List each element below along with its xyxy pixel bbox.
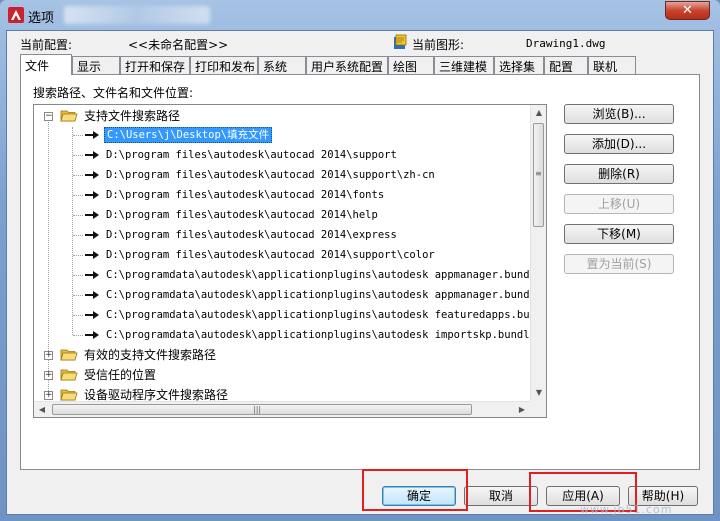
set-current-button[interactable]: 置为当前(S) [564,254,674,274]
delete-button[interactable]: 删除(R) [564,164,674,184]
scroll-left-arrow-icon[interactable]: ◀ [34,402,50,417]
expand-toggle[interactable]: + [44,391,53,400]
path-item: D:\program files\autodesk\autocad 2014\s… [106,169,435,181]
path-item: C:\programdata\autodesk\applicationplugi… [106,269,547,281]
tab-online[interactable]: 联机 [588,56,636,74]
window-title: 选项 [28,11,55,26]
path-row[interactable]: C:\programdata\autodesk\applicationplugi… [34,325,546,345]
vertical-scroll-thumb[interactable]: ≡ [533,123,544,227]
current-profile-label: 当前配置: [20,38,73,52]
expand-toggle[interactable]: + [44,371,53,380]
tab-3d-modeling[interactable]: 三维建模 [434,56,494,74]
current-drawing-value: Drawing1.dwg [526,37,606,50]
path-item: D:\program files\autodesk\autocad 2014\s… [106,149,397,161]
path-row[interactable]: C:\programdata\autodesk\applicationplugi… [34,285,546,305]
tab-display[interactable]: 显示 [72,56,120,74]
tree-node-label: 有效的支持文件搜索路径 [84,348,217,362]
watermark-text: www.jb51.com [580,503,673,516]
folder-icon [60,369,78,381]
tree-node-label: 设备驱动程序文件搜索路径 [84,388,229,402]
path-row[interactable]: D:\program files\autodesk\autocad 2014\s… [34,245,528,265]
blurred-title-region [64,6,210,24]
path-arrow-icon [85,331,99,339]
search-path-tree[interactable]: − 支持文件搜索路径 C:\Users\j\Desktop\填充文件 D:\pr… [33,104,547,418]
scroll-right-arrow-icon[interactable]: ▶ [514,402,530,417]
scroll-down-arrow-icon[interactable]: ▼ [531,385,546,401]
tab-drafting[interactable]: 绘图 [388,56,434,74]
path-item: D:\program files\autodesk\autocad 2014\h… [106,209,378,221]
highlight-box-ok [362,469,468,511]
path-item: D:\program files\autodesk\autocad 2014\s… [106,249,435,261]
path-item: C:\programdata\autodesk\applicationplugi… [106,289,547,301]
path-row[interactable]: D:\program files\autodesk\autocad 2014\s… [34,165,528,185]
path-row[interactable]: D:\program files\autodesk\autocad 2014\s… [34,145,528,165]
path-row[interactable]: C:\programdata\autodesk\applicationplugi… [34,265,546,285]
path-arrow-icon [85,131,99,139]
options-dialog: 选项 ✕ 当前配置: <<未命名配置>> 当前图形: Drawing1.dwg … [0,0,720,521]
tree-node-label: 受信任的位置 [84,368,157,382]
folder-icon [60,389,78,401]
path-item: C:\Users\j\Desktop\填充文件 [104,127,273,143]
path-item: D:\program files\autodesk\autocad 2014\e… [106,229,397,241]
scroll-up-arrow-icon[interactable]: ▲ [531,105,546,121]
path-arrow-icon [85,211,99,219]
path-item: C:\programdata\autodesk\applicationplugi… [106,309,547,321]
tree-node-support-paths[interactable]: − 支持文件搜索路径 [34,107,528,127]
folder-open-icon [60,110,78,122]
path-arrow-icon [85,151,99,159]
path-arrow-icon [85,191,99,199]
path-row[interactable]: D:\program files\autodesk\autocad 2014\e… [34,225,528,245]
path-arrow-icon [85,231,99,239]
browse-button[interactable]: 浏览(B)... [564,104,674,124]
path-arrow-icon [85,251,99,259]
tab-files[interactable]: 文件 [20,54,72,75]
tree-node-trusted-locations[interactable]: + 受信任的位置 [34,365,528,385]
tab-user-preferences[interactable]: 用户系统配置 [306,56,388,74]
tab-plot-publish[interactable]: 打印和发布 [190,56,258,74]
close-button[interactable]: ✕ [665,1,710,20]
collapse-toggle[interactable]: − [44,112,53,121]
add-button[interactable]: 添加(D)... [564,134,674,154]
grip-icon: ||| [253,405,262,414]
search-paths-label: 搜索路径、文件名和文件位置: [33,86,194,100]
path-arrow-icon [85,271,99,279]
path-arrow-icon [85,171,99,179]
move-up-button[interactable]: 上移(U) [564,194,674,214]
drawing-icon [394,34,407,49]
tab-profiles[interactable]: 配置 [544,56,588,74]
cancel-button[interactable]: 取消 [464,486,538,506]
tab-open-save[interactable]: 打开和保存 [120,56,190,74]
expand-toggle[interactable]: + [44,351,53,360]
autocad-logo-icon [8,7,24,23]
path-item: D:\program files\autodesk\autocad 2014\f… [106,189,385,201]
path-arrow-icon [85,311,99,319]
horizontal-scroll-thumb[interactable]: ||| [52,404,472,415]
path-item: C:\programdata\autodesk\applicationplugi… [106,329,547,341]
path-row[interactable]: D:\program files\autodesk\autocad 2014\h… [34,205,528,225]
current-profile-value: <<未命名配置>> [128,38,229,52]
move-down-button[interactable]: 下移(M) [564,224,674,244]
vertical-scrollbar[interactable]: ▲ ≡ ▼ [530,105,546,401]
tab-selection[interactable]: 选择集 [494,56,544,74]
tab-system[interactable]: 系统 [258,56,306,74]
tree-node-effective-support-paths[interactable]: + 有效的支持文件搜索路径 [34,345,528,365]
grip-icon: ≡ [535,169,542,178]
folder-icon [60,349,78,361]
horizontal-scrollbar[interactable]: ◀ ||| ▶ [34,401,530,417]
tree-node-label: 支持文件搜索路径 [84,109,181,123]
path-row[interactable]: D:\program files\autodesk\autocad 2014\f… [34,185,528,205]
title-bar[interactable]: 选项 ✕ [0,0,720,30]
scrollbar-corner [530,401,546,417]
path-row-selected[interactable]: C:\Users\j\Desktop\填充文件 [34,125,528,145]
path-arrow-icon [85,291,99,299]
path-row[interactable]: C:\programdata\autodesk\applicationplugi… [34,305,546,325]
current-drawing-label: 当前图形: [412,38,465,52]
